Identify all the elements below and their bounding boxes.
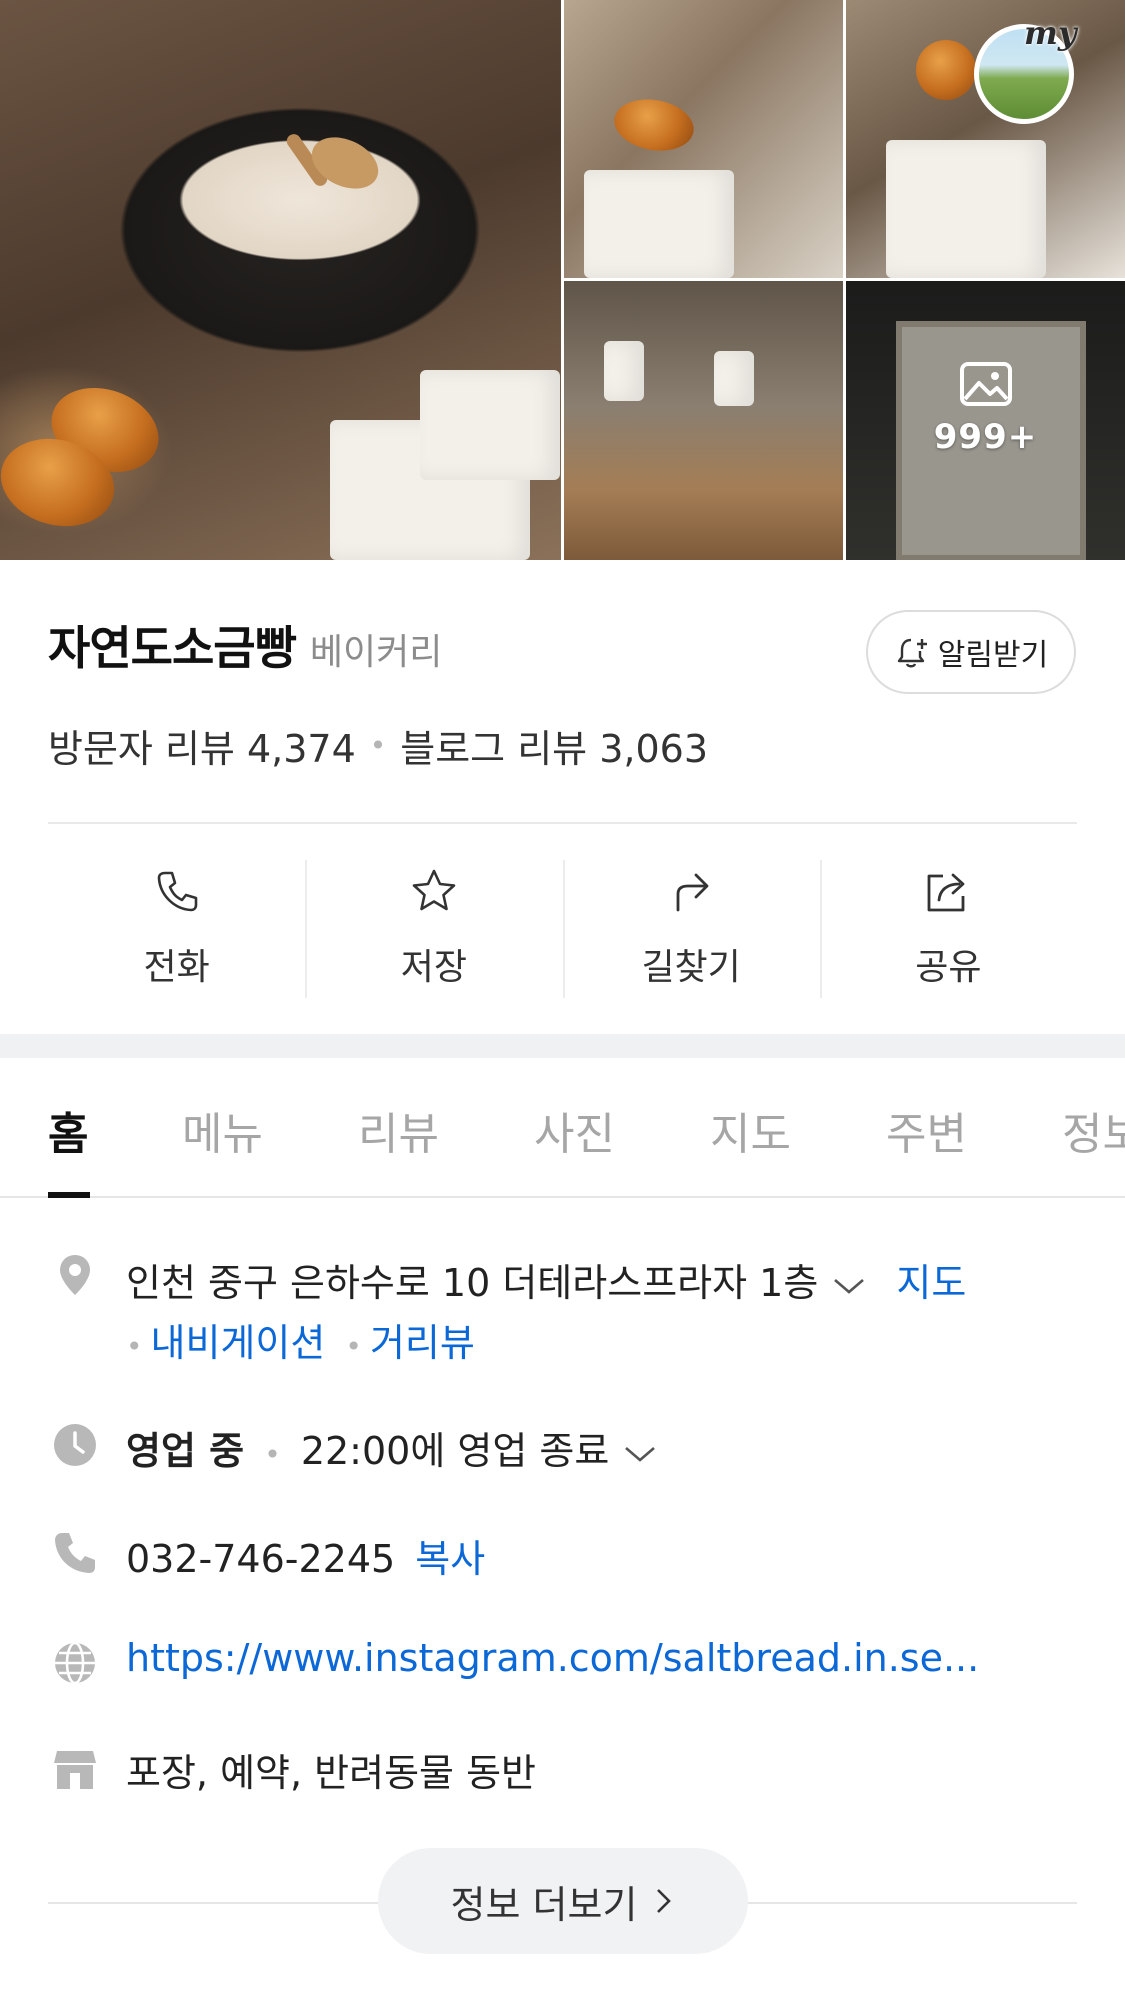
hours-row[interactable]: 영업 중 • 22:00에 영업 종료	[126, 1420, 657, 1475]
amenities-text: 포장, 예약, 반려동물 동반	[126, 1751, 536, 1795]
notify-label: 알림받기	[937, 638, 1049, 673]
action-bar: 전화 저장 길찾기 공유	[48, 860, 1077, 1000]
paper-lamp	[604, 341, 644, 401]
phone-icon	[157, 871, 197, 912]
image-icon	[959, 362, 1012, 406]
more-photos-count: 999+	[933, 417, 1038, 457]
separator-dot: •	[126, 1330, 143, 1363]
salt-bread-roll	[916, 40, 976, 100]
thumbnail-photo[interactable]	[564, 281, 843, 560]
review-summary: 방문자 리뷰 4,374 • 블로그 리뷰 3,063	[48, 718, 708, 773]
place-title-row: 자연도소금빵 베이커리	[48, 612, 442, 678]
phone-number[interactable]: 032-746-2245	[126, 1537, 395, 1581]
more-photos-indicator: 999+	[846, 361, 1125, 457]
visitor-review-link[interactable]: 방문자 리뷰 4,374	[48, 718, 356, 773]
address-links-row: • 내비게이션 • 거리뷰	[126, 1312, 475, 1367]
address-text: 인천 중구 은하수로 10 더테라스프라자 1층	[126, 1261, 819, 1305]
navigation-link[interactable]: 내비게이션	[151, 1321, 326, 1365]
my-badge: my	[1024, 14, 1077, 52]
globe-icon	[55, 1641, 95, 1685]
place-detail-page: 999+ my 자연도소금빵 베이커리 알림받기 방문자 리뷰 4,374 • …	[0, 0, 1125, 1996]
chevron-down-icon[interactable]	[832, 1276, 866, 1296]
tab-map[interactable]: 지도	[710, 1098, 791, 1162]
notify-button[interactable]: 알림받기	[866, 610, 1076, 694]
map-link[interactable]: 지도	[896, 1261, 966, 1305]
tab-bar: 홈 메뉴 리뷰 사진 지도 주변 정보	[0, 1058, 1125, 1198]
divider	[48, 822, 1077, 824]
tab-home[interactable]: 홈	[48, 1098, 88, 1162]
thumbnail-photo[interactable]	[564, 0, 843, 278]
store-icon	[54, 1751, 96, 1789]
call-label: 전화	[143, 947, 210, 988]
chevron-right-icon	[657, 1889, 672, 1913]
salt-bag	[886, 140, 1046, 278]
tab-review[interactable]: 리뷰	[358, 1098, 439, 1162]
street-view-link[interactable]: 거리뷰	[370, 1321, 475, 1365]
directions-icon	[676, 873, 709, 912]
place-name: 자연도소금빵	[48, 621, 297, 675]
photo-gallery: 999+ my	[0, 0, 1125, 560]
separator-dot: •	[264, 1438, 281, 1471]
paper-lamp	[714, 351, 754, 406]
address-row: 인천 중구 은하수로 10 더테라스프라자 1층 지도	[126, 1252, 966, 1307]
active-tab-indicator	[48, 1192, 90, 1198]
share-icon	[927, 873, 965, 912]
place-category: 베이커리	[309, 632, 443, 673]
clock-icon	[54, 1424, 96, 1466]
salt-bag	[584, 170, 734, 278]
call-button[interactable]: 전화	[48, 860, 305, 1000]
tab-info[interactable]: 정보	[1062, 1098, 1125, 1162]
directions-button[interactable]: 길찾기	[562, 860, 820, 1000]
more-info-label: 정보 더보기	[450, 1882, 638, 1927]
bell-plus-icon	[897, 638, 927, 668]
separator-dot: •	[369, 729, 387, 762]
salt-bread-roll	[610, 93, 698, 157]
tab-photo[interactable]: 사진	[534, 1098, 615, 1162]
more-info-button[interactable]: 정보 더보기	[378, 1848, 748, 1954]
main-photo[interactable]	[0, 0, 561, 560]
wooden-scoop	[303, 127, 387, 199]
phone-row: 032-746-2245 복사	[126, 1528, 485, 1583]
tab-menu[interactable]: 메뉴	[182, 1098, 263, 1162]
save-label: 저장	[400, 947, 467, 988]
blog-review-link[interactable]: 블로그 리뷰 3,063	[400, 718, 708, 773]
chevron-down-icon[interactable]	[623, 1444, 657, 1464]
section-gap	[0, 1034, 1125, 1058]
business-status: 영업 중	[126, 1429, 245, 1473]
separator-dot: •	[345, 1330, 362, 1363]
website-link[interactable]: https://www.instagram.com/saltbread.in.s…	[126, 1636, 979, 1680]
save-button[interactable]: 저장	[305, 860, 562, 1000]
share-button[interactable]: 공유	[819, 860, 1077, 1000]
directions-label: 길찾기	[641, 947, 741, 988]
phone-icon	[55, 1533, 95, 1573]
star-icon	[412, 869, 456, 911]
business-hours: 22:00에 영업 종료	[300, 1429, 610, 1473]
share-label: 공유	[915, 947, 982, 988]
tab-nearby[interactable]: 주변	[886, 1098, 967, 1162]
website-row: https://www.instagram.com/saltbread.in.s…	[126, 1636, 979, 1680]
copy-phone-button[interactable]: 복사	[415, 1537, 485, 1581]
more-photos-tile[interactable]: 999+	[846, 281, 1125, 560]
amenities-row: 포장, 예약, 반려동물 동반	[126, 1742, 536, 1797]
salt-bag	[420, 370, 560, 480]
location-pin-icon	[60, 1255, 90, 1295]
